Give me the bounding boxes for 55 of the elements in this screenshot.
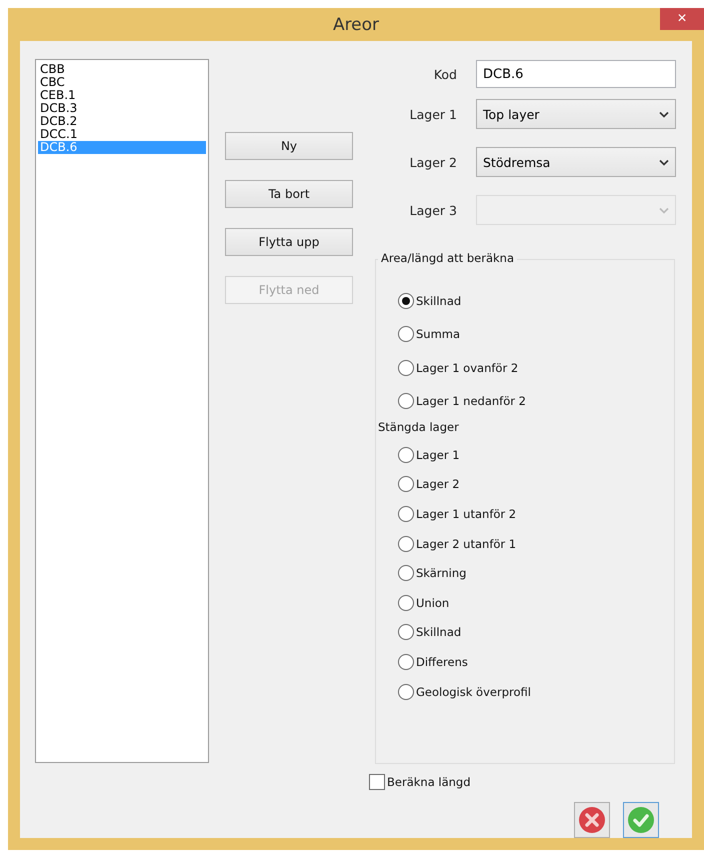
field-label: Lager 1 xyxy=(408,106,457,122)
radio-label: Differens xyxy=(416,654,468,669)
radio-button[interactable] xyxy=(398,654,414,670)
input-field[interactable]: DCB.6 xyxy=(476,60,676,88)
radio-button[interactable] xyxy=(398,565,414,582)
radio-button[interactable] xyxy=(398,536,414,552)
radio-label: Lager 1 ovanför 2 xyxy=(416,360,518,375)
radio-label: Geologisk överprofil xyxy=(416,684,531,699)
radio-label: Lager 2 utanför 1 xyxy=(416,536,516,551)
action-button[interactable]: Flytta upp xyxy=(225,228,353,256)
radio-button[interactable] xyxy=(398,446,414,463)
window-title: Areor xyxy=(332,14,380,34)
section-title: Stängda lager xyxy=(378,420,460,434)
checkmark-icon xyxy=(627,806,655,834)
list-item[interactable]: CEB.1 xyxy=(38,89,206,102)
radio-button[interactable] xyxy=(398,594,414,611)
radio-button[interactable] xyxy=(398,393,414,410)
chevron-icon xyxy=(659,206,669,214)
radio-button[interactable] xyxy=(398,506,414,522)
action-button[interactable]: Ny xyxy=(225,132,353,160)
list-item[interactable]: DCB.3 xyxy=(38,102,206,115)
action-button[interactable]: Ta bort xyxy=(225,180,353,208)
radio-label: Lager 1 nedanför 2 xyxy=(416,394,526,408)
dropdown[interactable]: Stödremsa xyxy=(476,147,676,177)
field-label: Kod xyxy=(432,66,457,82)
radio-label: Lager 1 utanför 2 xyxy=(416,506,516,521)
checkbox-label: Beräkna längd xyxy=(387,775,471,789)
ok-button[interactable] xyxy=(623,802,659,838)
cancel-icon xyxy=(578,806,606,834)
field-label: Lager 2 xyxy=(408,154,457,170)
radio-label: Summa xyxy=(416,327,460,342)
field-label: Lager 3 xyxy=(408,202,457,218)
list-item[interactable]: DCC.1 xyxy=(38,128,206,141)
dropdown[interactable]: Top layer xyxy=(476,99,676,129)
radio-button[interactable] xyxy=(398,326,414,342)
cancel-button[interactable] xyxy=(574,802,610,838)
radio-label: Skillnad xyxy=(416,625,462,640)
radio-label: Skärning xyxy=(416,566,466,580)
radio-label: Lager 2 xyxy=(416,477,460,492)
close-button[interactable]: × xyxy=(660,8,704,30)
list-item[interactable]: DCB.2 xyxy=(38,115,206,128)
list-item[interactable]: CBC xyxy=(38,76,206,89)
group-title: Area/längd att beräkna xyxy=(378,251,517,265)
chevron-icon xyxy=(659,158,669,166)
radio-button[interactable] xyxy=(398,292,414,309)
radio-button[interactable] xyxy=(398,624,414,640)
radio-label: Union xyxy=(416,596,450,610)
chevron-icon xyxy=(659,110,669,118)
radio-button[interactable] xyxy=(398,360,414,376)
radio-label: Lager 1 xyxy=(416,448,460,462)
radio-label: Skillnad xyxy=(416,294,462,308)
radio-button[interactable] xyxy=(398,476,414,492)
radio-button[interactable] xyxy=(398,684,414,700)
list-item[interactable]: CBB xyxy=(38,63,206,76)
checkbox[interactable] xyxy=(369,774,385,790)
